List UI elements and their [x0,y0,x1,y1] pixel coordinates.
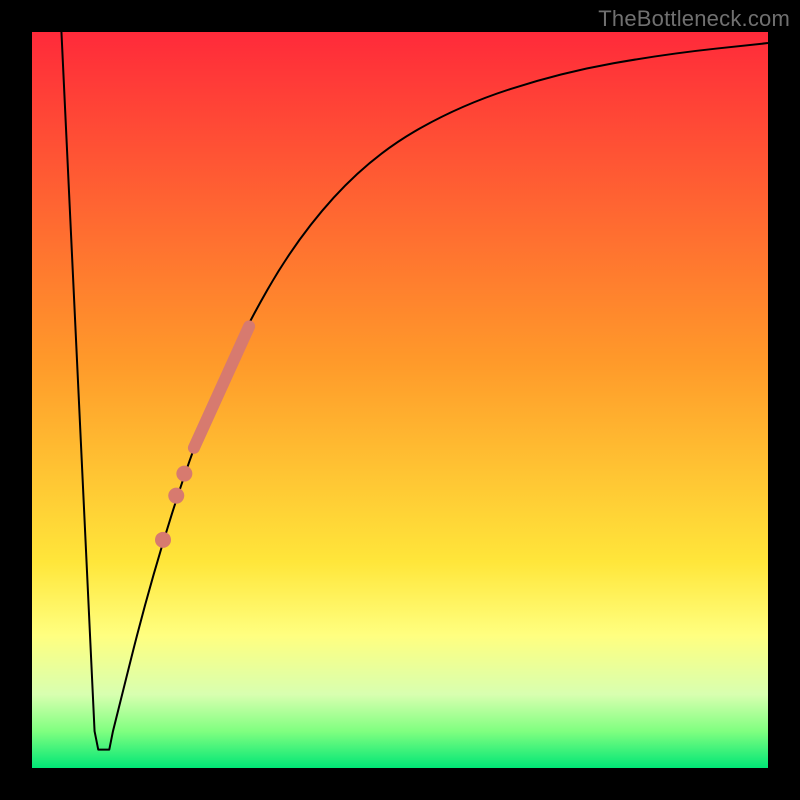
plot-area [32,32,768,768]
highlight-band [194,326,249,447]
attribution-label: TheBottleneck.com [598,6,790,32]
highlight-dot [176,466,192,482]
highlight-dot [168,488,184,504]
chart-frame: TheBottleneck.com [0,0,800,800]
bottleneck-curve [61,32,768,750]
curve-layer [32,32,768,768]
highlight-dot [155,532,171,548]
